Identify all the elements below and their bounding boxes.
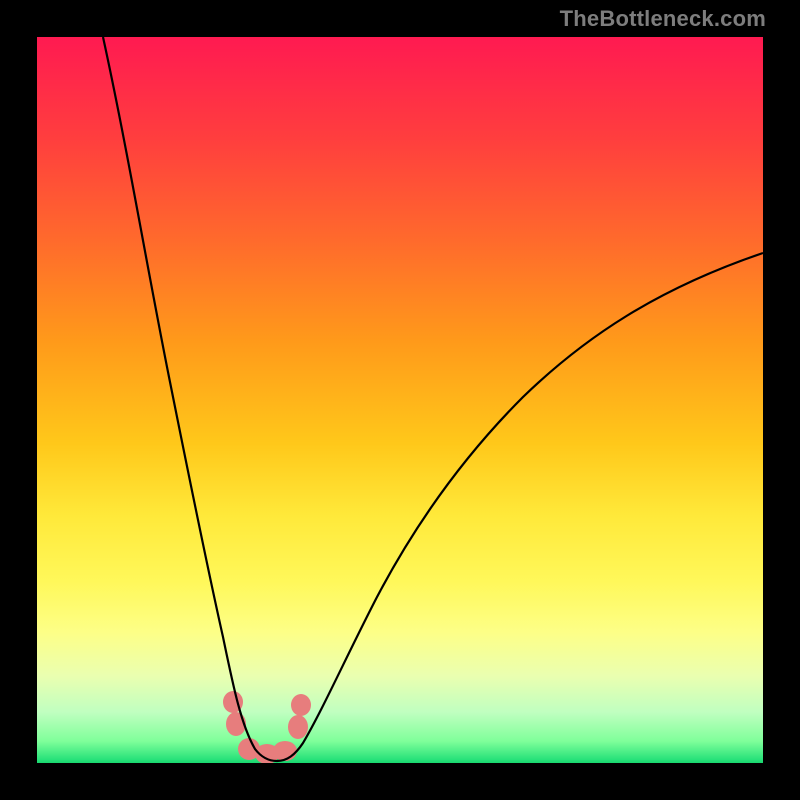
marker-cluster (223, 691, 311, 763)
chart-stage: TheBottleneck.com (0, 0, 800, 800)
curve-layer (37, 37, 763, 763)
plot-area (37, 37, 763, 763)
curve-right-branch (277, 253, 763, 761)
curve-left-branch (103, 37, 277, 761)
watermark-text: TheBottleneck.com (560, 6, 766, 32)
